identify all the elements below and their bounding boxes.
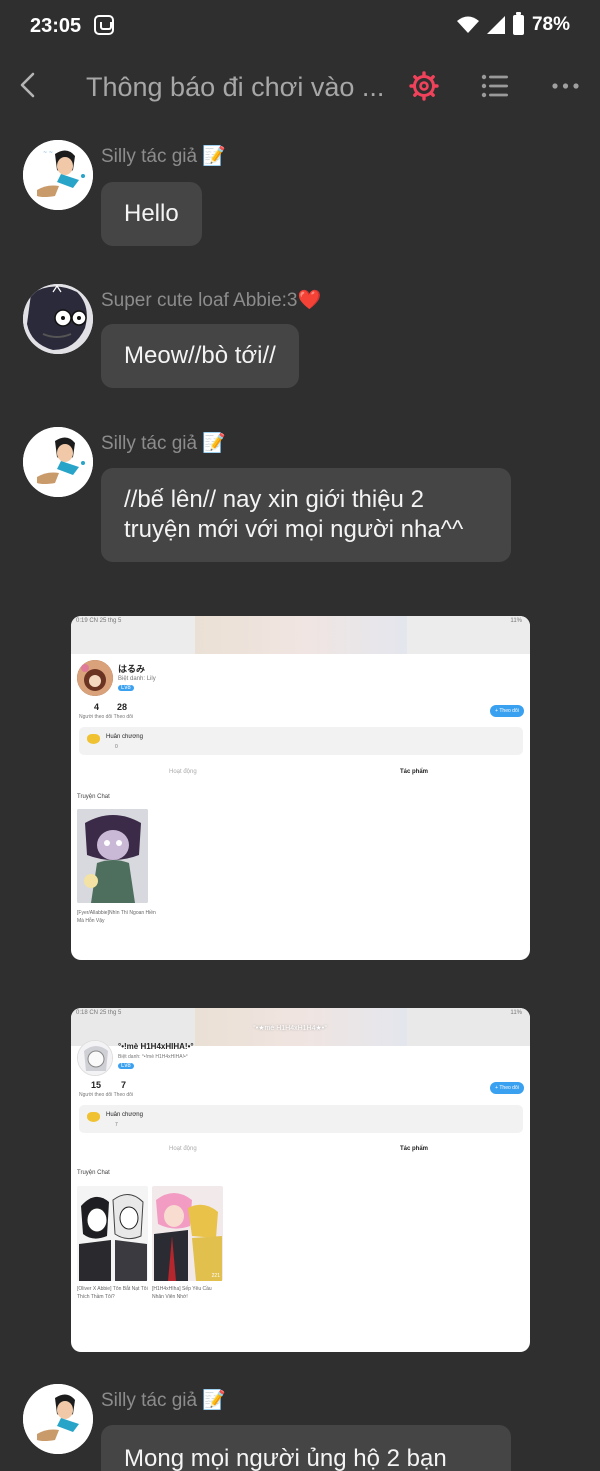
story-cover — [77, 1186, 148, 1281]
message-bubble[interactable]: //bế lên// nay xin giới thiệu 2 truyện m… — [101, 468, 511, 562]
back-arrow-icon[interactable] — [14, 70, 44, 100]
following-count: 28 — [117, 702, 128, 712]
signal-icon — [486, 16, 505, 34]
story-caption: [H1H4xHIha] Sếp Yêu Cầu Nhân Viên Nhớ! — [152, 1286, 212, 1300]
more-options-icon[interactable] — [550, 70, 582, 102]
wifi-icon — [456, 16, 479, 33]
level-badge: Lv8 — [118, 685, 134, 691]
chat-screen: 23:05 78% Thông báo đi chơi vào ... ~ ~ … — [0, 0, 600, 1471]
image-status-band — [71, 616, 530, 654]
medal-row: Huân chương 7 — [79, 1105, 523, 1133]
sender-name: Super cute loaf Abbie:3❤️ — [101, 290, 322, 311]
level-badge: Lv8 — [118, 1063, 134, 1069]
message-bubble[interactable]: Hello — [101, 182, 202, 246]
profile-nickname: Biệt danh: °•!mè H1H4xHIHA!•° — [118, 1054, 188, 1060]
chat-title[interactable]: Thông báo đi chơi vào ... — [86, 72, 396, 103]
sender-name: Silly tác giả 📝 — [101, 146, 227, 167]
battery-percent: 78% — [531, 14, 570, 35]
svg-text:~ ~: ~ ~ — [43, 150, 53, 156]
avatar[interactable] — [23, 1384, 93, 1454]
avatar[interactable] — [23, 427, 93, 497]
story-cover — [77, 809, 148, 903]
following-count: 7 — [121, 1080, 127, 1090]
status-time: 23:05 — [30, 15, 82, 37]
tab-activity: Hoạt động — [169, 769, 197, 775]
profile-avatar — [77, 1040, 113, 1076]
image-battery: 11% — [510, 618, 522, 624]
avatar-drawing — [23, 427, 93, 497]
story-cover: 221 — [152, 1186, 223, 1281]
image-status-time: 0:18 CN 25 thg 5 — [76, 1010, 122, 1016]
profile-nickname: Biệt danh: Lily — [118, 676, 156, 682]
story-caption: [Fyer/Allabbie]Nhìn Thì Ngoan Hiền Mà Hỗ… — [77, 910, 156, 924]
image-status-time: 0:19 CN 25 thg 5 — [76, 618, 122, 624]
stats-label: Người theo dõi Theo dõi — [79, 714, 134, 720]
avatar[interactable]: ~ ~ — [23, 140, 93, 210]
avatar-drawing: ~ ~ — [23, 140, 93, 210]
tab-activity: Hoạt động — [169, 1146, 197, 1152]
sender-name: Silly tác giả 📝 — [101, 1390, 227, 1411]
gear-icon[interactable] — [408, 70, 440, 102]
followers-count: 15 — [91, 1080, 102, 1090]
follow-button: + Theo dõi — [490, 1082, 524, 1094]
medal-count: 7 — [115, 1122, 118, 1128]
avatar-drawing — [23, 284, 93, 354]
followers-count: 4 — [94, 702, 100, 712]
message-bubble[interactable]: Meow//bò tới// — [101, 324, 299, 388]
chat-header: Thông báo đi chơi vào ... — [0, 52, 600, 122]
stats-label: Người theo dõi Theo dõi — [79, 1092, 134, 1098]
status-bar: 23:05 78% — [0, 0, 600, 52]
section-title: Truyện Chat — [77, 794, 110, 800]
list-icon[interactable] — [479, 70, 511, 102]
story-likes: 221 — [211, 1273, 220, 1279]
medal-count: 0 — [115, 744, 118, 750]
tab-works: Tác phẩm — [400, 1146, 429, 1152]
avatar[interactable] — [23, 284, 93, 354]
banner-title: °•★mè H1H4xH1H4★•° — [253, 1025, 328, 1032]
notification-app-icon — [94, 15, 114, 35]
image-battery: 11% — [510, 1010, 522, 1016]
shared-image[interactable]: 0:19 CN 25 thg 5 11% はるみ Biệt danh: Lily… — [71, 616, 530, 960]
story-caption: [Oliver X Abbie] Tôn Bắt Nạt Tôi Thích T… — [77, 1286, 148, 1300]
profile-avatar — [77, 660, 113, 696]
medal-label: Huân chương — [106, 734, 143, 740]
battery-icon — [512, 12, 524, 35]
medal-row: Huân chương 0 — [79, 727, 523, 755]
medal-icon — [87, 734, 100, 744]
sender-name: Silly tác giả 📝 — [101, 433, 227, 454]
section-title: Truyện Chat — [77, 1170, 110, 1176]
avatar-drawing — [23, 1384, 93, 1454]
follow-button: + Theo dõi — [490, 705, 524, 717]
profile-name: °•!mè H1H4xHIHA!•° — [118, 1042, 194, 1051]
tab-works: Tác phẩm — [400, 769, 429, 775]
medal-label: Huân chương — [106, 1112, 143, 1118]
shared-image[interactable]: 0:18 CN 25 thg 5 11% °•★mè H1H4xH1H4★•° … — [71, 1008, 530, 1352]
message-bubble[interactable]: Mong mọi người ủng hộ 2 bạn — [101, 1425, 511, 1471]
status-right: 78% — [456, 12, 570, 36]
medal-icon — [87, 1112, 100, 1122]
profile-name: はるみ — [118, 664, 146, 674]
